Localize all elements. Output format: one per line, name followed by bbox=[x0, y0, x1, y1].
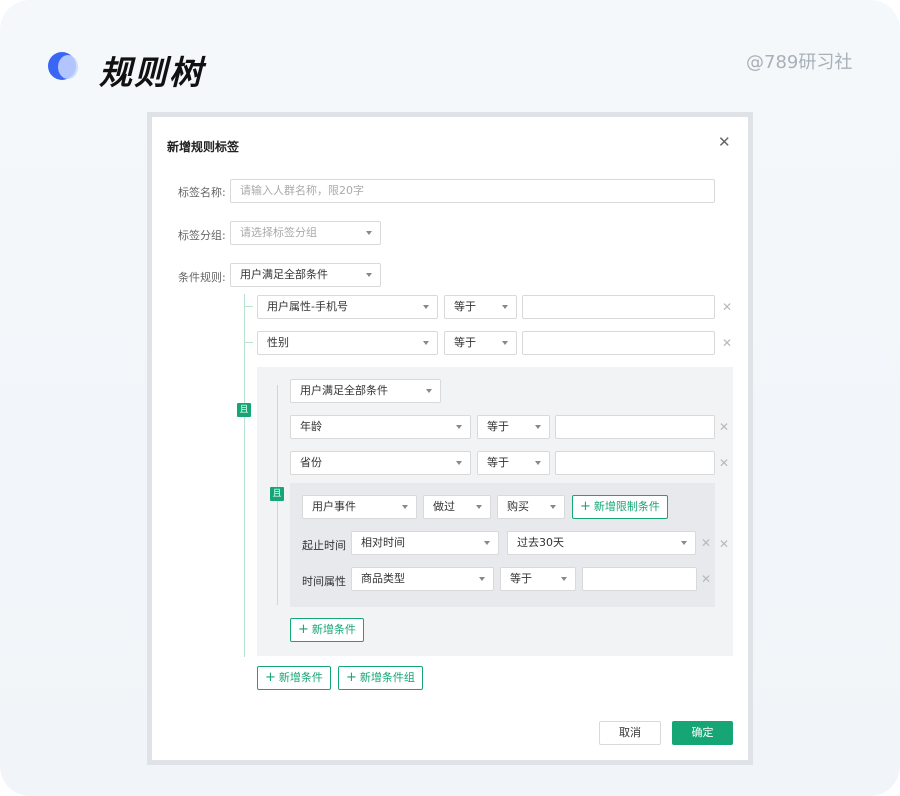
event-type-select[interactable]: 用户事件 bbox=[302, 495, 417, 519]
tag-name-input[interactable]: 请输入人群名称，限20字 bbox=[230, 179, 715, 203]
add-condition-group-button[interactable]: + 新增条件组 bbox=[338, 666, 423, 690]
chevron-down-icon bbox=[479, 577, 485, 581]
chevron-down-icon bbox=[476, 505, 482, 509]
add-condition-label: 新增条件 bbox=[278, 671, 323, 684]
add-limit-condition-button[interactable]: + 新增限制条件 bbox=[572, 495, 668, 519]
close-icon[interactable]: ✕ bbox=[718, 133, 731, 151]
subgroup-condition-operator-select[interactable]: 等于 bbox=[477, 415, 550, 439]
subgroup-condition-value-input[interactable] bbox=[555, 451, 715, 475]
subgroup-condition-field-select[interactable]: 省份 bbox=[290, 451, 471, 475]
remove-condition-icon[interactable]: ✕ bbox=[722, 300, 732, 314]
remove-condition-icon[interactable]: ✕ bbox=[719, 537, 729, 551]
event-type-value: 用户事件 bbox=[312, 500, 356, 513]
remove-condition-icon[interactable]: ✕ bbox=[701, 572, 711, 586]
chevron-down-icon bbox=[456, 425, 462, 429]
chevron-down-icon bbox=[502, 341, 508, 345]
dialog-title: 新增规则标签 bbox=[167, 140, 240, 154]
condition-operator-select[interactable]: 等于 bbox=[444, 331, 517, 355]
subgroup-condition-field-select[interactable]: 年龄 bbox=[290, 415, 471, 439]
time-range-value: 过去30天 bbox=[517, 536, 564, 549]
chevron-down-icon bbox=[423, 341, 429, 345]
remove-condition-icon[interactable]: ✕ bbox=[701, 536, 711, 550]
tag-group-select[interactable]: 请选择标签分组 bbox=[230, 221, 381, 245]
tag-name-label: 标签名称: bbox=[178, 186, 226, 199]
tree-connector-line bbox=[244, 294, 245, 657]
attribute-value-input[interactable] bbox=[582, 567, 697, 591]
event-action-value: 做过 bbox=[433, 500, 455, 513]
rule-select[interactable]: 用户满足全部条件 bbox=[230, 263, 381, 287]
chevron-down-icon bbox=[366, 273, 372, 277]
chevron-down-icon bbox=[550, 505, 556, 509]
condition-value-input[interactable] bbox=[522, 295, 715, 319]
condition-field-value: 性别 bbox=[267, 336, 289, 349]
event-name-value: 购买 bbox=[507, 500, 529, 513]
chevron-down-icon bbox=[561, 577, 567, 581]
logo-icon bbox=[48, 52, 78, 80]
time-range-label: 起止时间 bbox=[302, 539, 346, 552]
cancel-button[interactable]: 取消 bbox=[599, 721, 661, 745]
remove-condition-icon[interactable]: ✕ bbox=[719, 456, 729, 470]
chevron-down-icon bbox=[535, 461, 541, 465]
chevron-down-icon bbox=[456, 461, 462, 465]
time-mode-select[interactable]: 相对时间 bbox=[351, 531, 499, 555]
event-name-select[interactable]: 购买 bbox=[497, 495, 565, 519]
subgroup-and-connector-badge[interactable]: 且 bbox=[270, 487, 284, 501]
chevron-down-icon bbox=[484, 541, 490, 545]
tree-connector-tick bbox=[244, 306, 253, 307]
watermark: @789研习社 bbox=[746, 52, 853, 73]
condition-field-value: 年龄 bbox=[300, 420, 322, 433]
plus-icon: + bbox=[346, 670, 357, 685]
attribute-operator-select[interactable]: 等于 bbox=[500, 567, 576, 591]
attribute-field-select[interactable]: 商品类型 bbox=[351, 567, 494, 591]
subgroup-rule-select[interactable]: 用户满足全部条件 bbox=[290, 379, 441, 403]
chevron-down-icon bbox=[366, 231, 372, 235]
tree-connector-tick bbox=[244, 342, 253, 343]
chevron-down-icon bbox=[426, 389, 432, 393]
subgroup-add-condition-button[interactable]: + 新增条件 bbox=[290, 618, 364, 642]
add-condition-group-label: 新增条件组 bbox=[359, 671, 415, 684]
condition-field-select[interactable]: 用户属性-手机号 bbox=[257, 295, 438, 319]
condition-operator-value: 等于 bbox=[454, 336, 476, 349]
attribute-field-value: 商品类型 bbox=[361, 572, 405, 585]
page-title: 规则树 bbox=[99, 53, 204, 92]
tag-group-label: 标签分组: bbox=[178, 229, 226, 242]
plus-icon: + bbox=[580, 499, 591, 514]
confirm-button[interactable]: 确定 bbox=[672, 721, 733, 745]
subgroup-rule-value: 用户满足全部条件 bbox=[300, 384, 388, 397]
add-condition-button[interactable]: + 新增条件 bbox=[257, 666, 331, 690]
condition-operator-value: 等于 bbox=[454, 300, 476, 313]
time-mode-value: 相对时间 bbox=[361, 536, 405, 549]
dialog-frame: 新增规则标签 ✕ 标签名称: 请输入人群名称，限20字 标签分组: 请选择标签分… bbox=[147, 112, 753, 765]
plus-icon: + bbox=[265, 670, 276, 685]
tag-group-placeholder: 请选择标签分组 bbox=[240, 226, 317, 239]
rule-select-value: 用户满足全部条件 bbox=[240, 268, 328, 281]
condition-operator-select[interactable]: 等于 bbox=[444, 295, 517, 319]
plus-icon: + bbox=[298, 622, 309, 637]
chevron-down-icon bbox=[402, 505, 408, 509]
subgroup-condition-value-input[interactable] bbox=[555, 415, 715, 439]
condition-field-value: 省份 bbox=[300, 456, 322, 469]
event-action-select[interactable]: 做过 bbox=[423, 495, 491, 519]
and-connector-badge[interactable]: 且 bbox=[237, 403, 251, 417]
time-attribute-label: 时间属性 bbox=[302, 575, 346, 588]
subgroup-add-condition-label: 新增条件 bbox=[311, 623, 356, 636]
condition-operator-value: 等于 bbox=[487, 456, 509, 469]
condition-value-input[interactable] bbox=[522, 331, 715, 355]
rule-label: 条件规则: bbox=[178, 271, 226, 284]
add-limit-condition-label: 新增限制条件 bbox=[593, 500, 660, 513]
time-range-select[interactable]: 过去30天 bbox=[507, 531, 696, 555]
add-rule-tag-dialog: 新增规则标签 ✕ 标签名称: 请输入人群名称，限20字 标签分组: 请选择标签分… bbox=[152, 117, 748, 760]
chevron-down-icon bbox=[502, 305, 508, 309]
chevron-down-icon bbox=[423, 305, 429, 309]
chevron-down-icon bbox=[535, 425, 541, 429]
condition-field-value: 用户属性-手机号 bbox=[267, 300, 348, 313]
attribute-operator-value: 等于 bbox=[510, 572, 532, 585]
condition-field-select[interactable]: 性别 bbox=[257, 331, 438, 355]
remove-condition-icon[interactable]: ✕ bbox=[722, 336, 732, 350]
subgroup-condition-operator-select[interactable]: 等于 bbox=[477, 451, 550, 475]
condition-operator-value: 等于 bbox=[487, 420, 509, 433]
chevron-down-icon bbox=[681, 541, 687, 545]
remove-condition-icon[interactable]: ✕ bbox=[719, 420, 729, 434]
